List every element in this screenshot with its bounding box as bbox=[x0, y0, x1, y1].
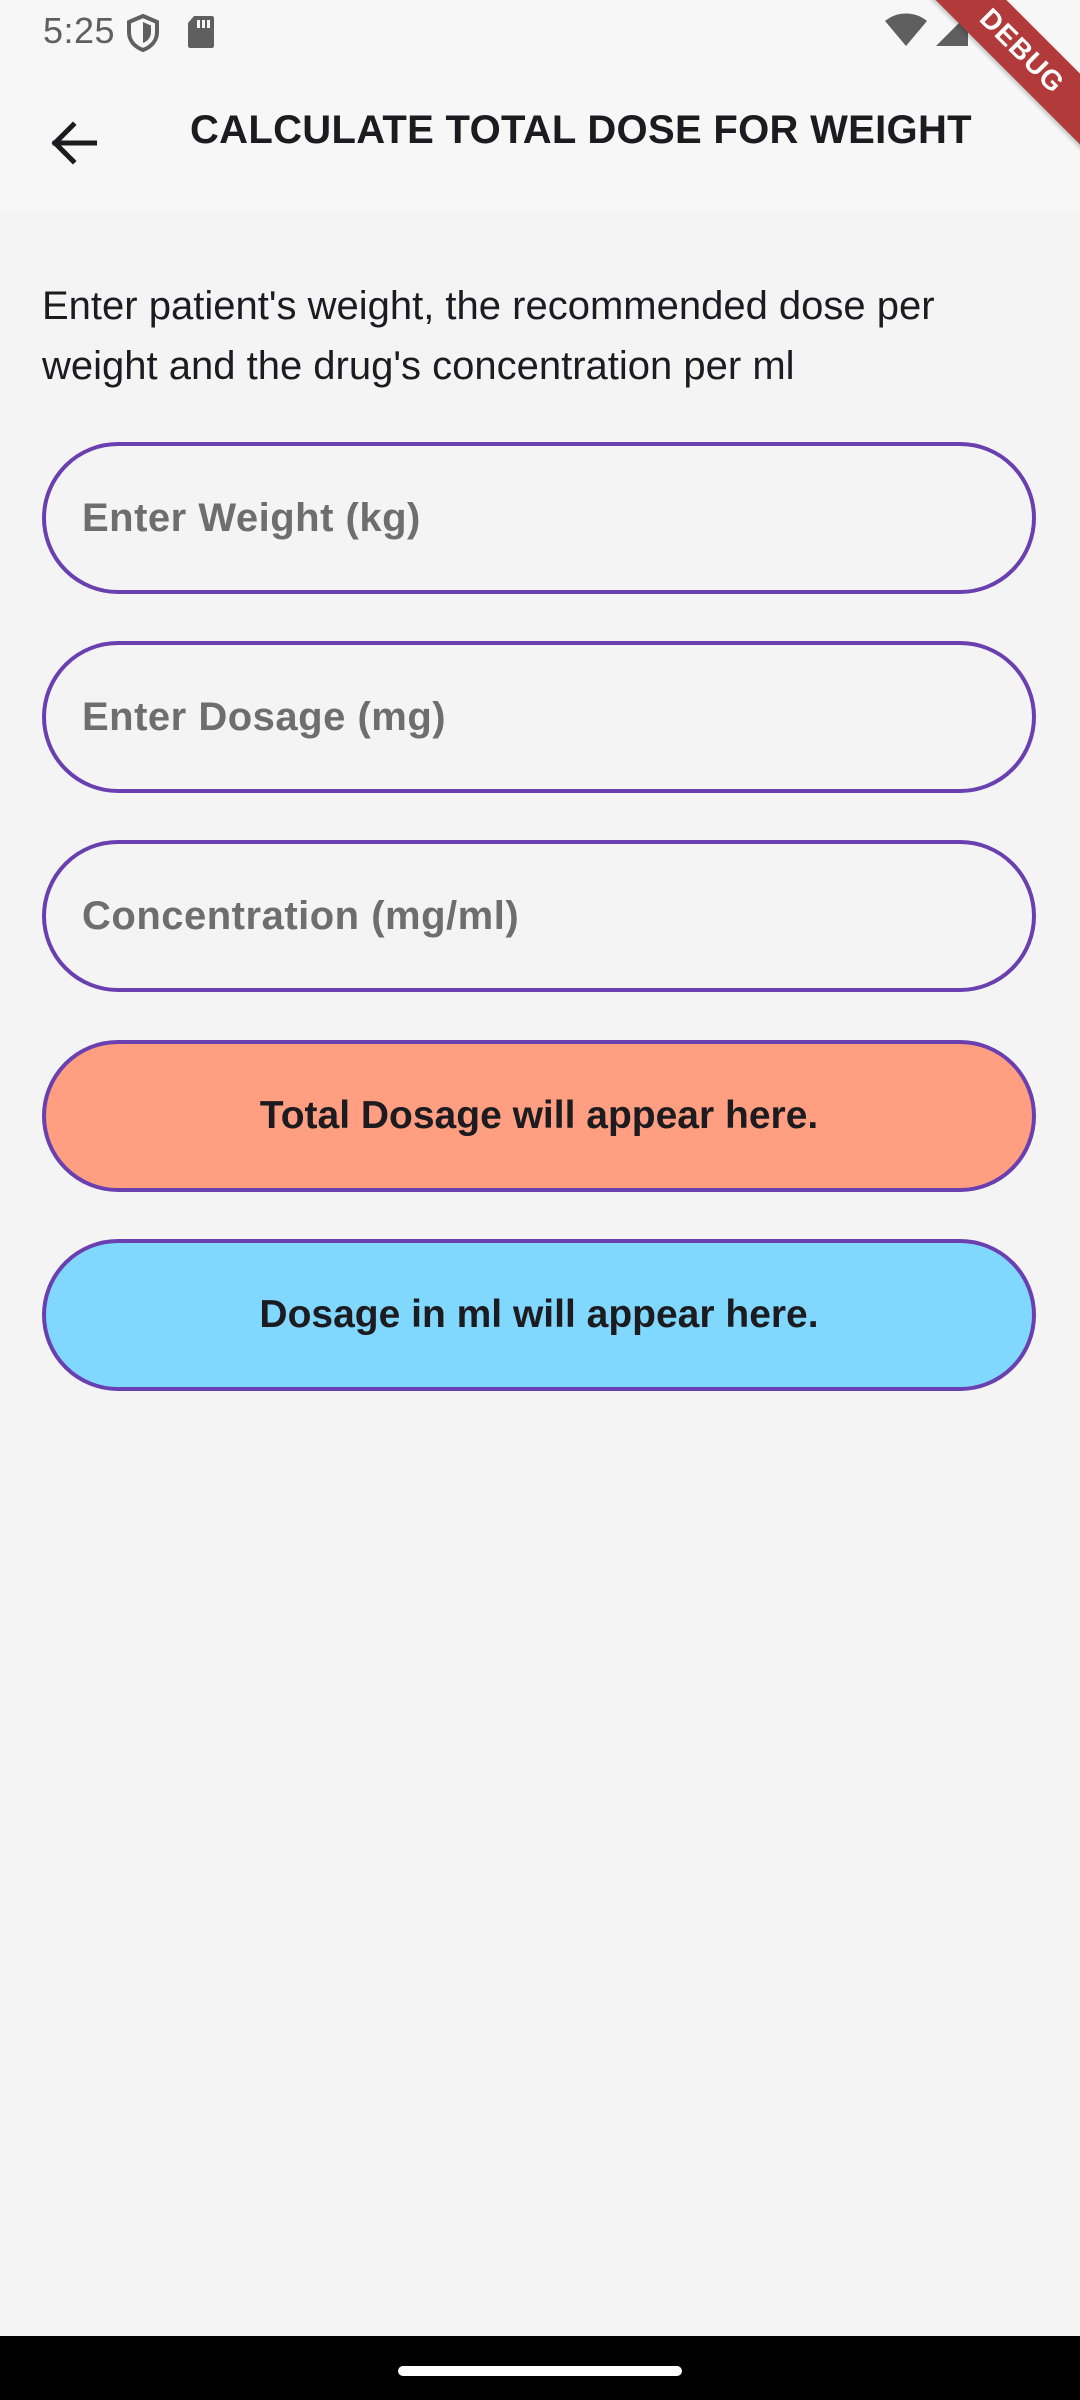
wifi-icon bbox=[884, 12, 928, 53]
app-bar: CALCULATE TOTAL DOSE FOR WEIGHT bbox=[0, 64, 1080, 210]
status-time: 5:25 bbox=[43, 10, 116, 51]
back-button[interactable] bbox=[28, 100, 118, 190]
sd-card-icon bbox=[186, 14, 216, 55]
home-gesture-handle[interactable] bbox=[398, 2366, 682, 2376]
status-bar: 5:25 bbox=[0, 0, 1080, 64]
page-title: CALCULATE TOTAL DOSE FOR WEIGHT bbox=[190, 108, 972, 152]
instructions-text: Enter patient's weight, the recommended … bbox=[42, 284, 935, 388]
dosage-ml-text: Dosage in ml will appear here. bbox=[259, 1293, 819, 1336]
weight-input[interactable] bbox=[46, 446, 1032, 590]
dosage-input[interactable] bbox=[46, 645, 1032, 789]
dosage-ml-result: Dosage in ml will appear here. bbox=[42, 1239, 1036, 1391]
concentration-input[interactable] bbox=[46, 844, 1032, 988]
total-dosage-result: Total Dosage will appear here. bbox=[42, 1040, 1036, 1192]
shield-icon bbox=[126, 13, 160, 57]
arrow-back-icon bbox=[49, 120, 98, 170]
dosage-field bbox=[42, 641, 1036, 793]
weight-field bbox=[42, 442, 1036, 594]
concentration-field bbox=[42, 840, 1036, 992]
total-dosage-text: Total Dosage will appear here. bbox=[259, 1094, 819, 1137]
